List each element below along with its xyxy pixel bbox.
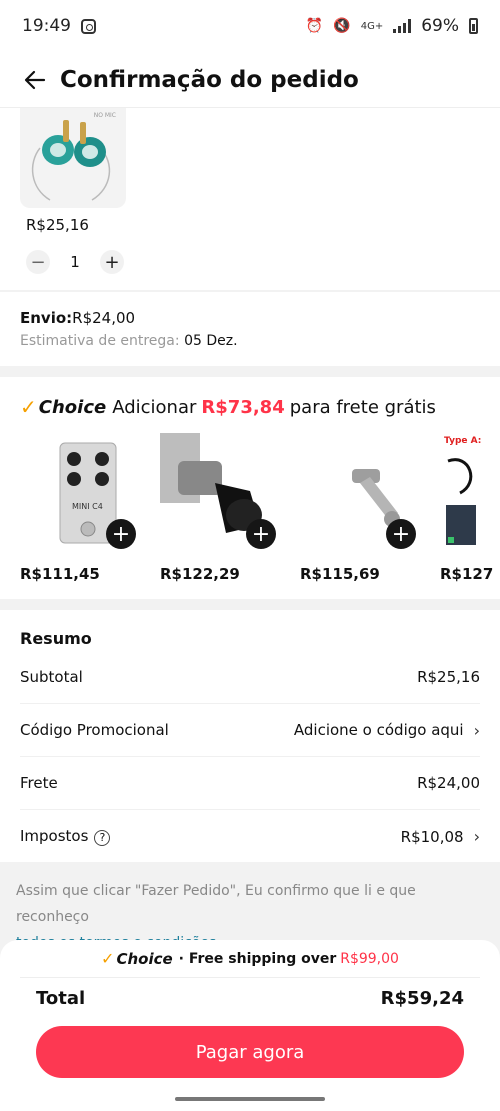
chevron-right-icon: › <box>473 827 480 846</box>
recommendation-list: MINI C4 + R$111,45 + R$122,29 + R$115,69… <box>20 433 500 583</box>
summary-title: Resumo <box>20 629 92 648</box>
shipping-fee: Envio:R$24,00 <box>20 309 135 327</box>
terms-text: Assim que clicar "Fazer Pedido", Eu conf… <box>16 883 416 925</box>
product-card: NO MIC R$25,16 − 1 + <box>0 108 500 290</box>
status-left: 19:49 <box>22 16 96 36</box>
promo-code-label: Código Promocional <box>20 721 169 739</box>
recommendation-item[interactable]: Type A: R$127 <box>440 433 500 583</box>
pedal-label: MINI C4 <box>72 502 103 511</box>
choice-brand: Choice <box>38 396 107 418</box>
product-image[interactable]: NO MIC <box>20 108 126 208</box>
status-right: ⏰ 🔇 4G+ 69% <box>306 16 478 36</box>
page-title: Confirmação do pedido <box>60 66 359 93</box>
battery-icon <box>469 18 478 34</box>
choice-amount: R$73,84 <box>201 396 285 418</box>
pay-now-button[interactable]: Pagar agora <box>36 1026 464 1078</box>
status-bar: 19:49 ⏰ 🔇 4G+ 69% <box>0 0 500 52</box>
quantity-value: 1 <box>70 253 80 271</box>
choice-recommendations: ✓ Choice Adicionar R$73,84 para frete gr… <box>0 377 500 599</box>
taxes-row[interactable]: Impostos? R$10,08 › <box>20 810 480 863</box>
order-summary: Resumo Subtotal R$25,16 Código Promocion… <box>0 610 500 862</box>
subtotal-value: R$25,16 <box>417 668 480 686</box>
choice-suffix: para frete grátis <box>289 396 436 418</box>
total-row: Total R$59,24 <box>36 988 464 1009</box>
instagram-icon <box>81 18 96 34</box>
choice-check-icon: ✓ <box>101 949 115 968</box>
free-shipping-banner: ✓ Choice · Free shipping over R$99,00 <box>20 940 480 978</box>
subtotal-label: Subtotal <box>20 668 83 686</box>
chevron-right-icon: › <box>473 720 480 740</box>
shipping-row: Frete R$24,00 <box>20 757 480 810</box>
page-header: Confirmação do pedido <box>0 52 500 108</box>
signal-icon <box>393 19 412 33</box>
status-time: 19:49 <box>22 16 71 36</box>
help-icon[interactable]: ? <box>94 829 111 846</box>
choice-heading: ✓ Choice Adicionar R$73,84 para frete gr… <box>20 395 436 419</box>
home-indicator[interactable] <box>175 1097 325 1101</box>
free-shipping-amount: R$99,00 <box>340 950 399 967</box>
recommendation-price: R$111,45 <box>20 565 100 583</box>
delivery-label: Estimativa de entrega: <box>20 333 180 349</box>
decrease-quantity-button[interactable]: − <box>26 250 50 274</box>
delivery-estimate: Estimativa de entrega: 05 Dez. <box>20 333 238 349</box>
taxes-label: Impostos <box>20 827 89 846</box>
choice-brand: Choice <box>116 949 173 968</box>
checkout-footer: ✓ Choice · Free shipping over R$99,00 To… <box>0 940 500 1111</box>
promo-code-row[interactable]: Código Promocional Adicione o código aqu… <box>20 704 480 757</box>
increase-quantity-button[interactable]: + <box>100 250 124 274</box>
promo-code-value[interactable]: Adicione o código aqui <box>294 721 464 739</box>
recommendation-item[interactable]: + R$115,69 <box>300 433 418 583</box>
quantity-stepper: − 1 + <box>26 250 124 274</box>
type-label: Type A: <box>444 436 481 446</box>
product-price: R$25,16 <box>26 216 89 234</box>
subtotal-row: Subtotal R$25,16 <box>20 651 480 704</box>
recommendation-item[interactable]: MINI C4 + R$111,45 <box>20 433 138 583</box>
alarm-icon: ⏰ <box>305 18 324 34</box>
taxes-value: R$10,08 <box>400 827 464 846</box>
recommendation-price: R$127 <box>440 565 494 583</box>
add-item-button[interactable]: + <box>106 519 136 549</box>
delivery-value: 05 Dez. <box>184 333 238 349</box>
back-arrow-icon[interactable] <box>20 65 50 95</box>
shipping-value: R$24,00 <box>417 774 480 792</box>
recommendation-price: R$115,69 <box>300 565 380 583</box>
recommendation-item[interactable]: + R$122,29 <box>160 433 278 583</box>
shipping-card: Envio:R$24,00 Estimativa de entrega: 05 … <box>0 292 500 366</box>
add-item-button[interactable]: + <box>246 519 276 549</box>
cable-image: Type A: <box>444 436 481 545</box>
choice-add-label: Adicionar <box>112 396 197 418</box>
add-item-button[interactable]: + <box>386 519 416 549</box>
battery-percent: 69% <box>421 16 459 36</box>
shipping-fee-value: R$24,00 <box>72 309 136 327</box>
network-label: 4G+ <box>360 20 384 32</box>
recommendation-price: R$122,29 <box>160 565 240 583</box>
choice-check-icon: ✓ <box>20 395 37 419</box>
mute-icon: 🔇 <box>333 18 351 34</box>
total-value: R$59,24 <box>380 988 464 1009</box>
total-label: Total <box>36 988 86 1009</box>
shipping-label: Frete <box>20 774 58 792</box>
no-mic-badge: NO MIC <box>93 112 116 119</box>
free-shipping-text: · Free shipping over <box>178 950 337 967</box>
shipping-fee-label: Envio: <box>20 309 73 327</box>
